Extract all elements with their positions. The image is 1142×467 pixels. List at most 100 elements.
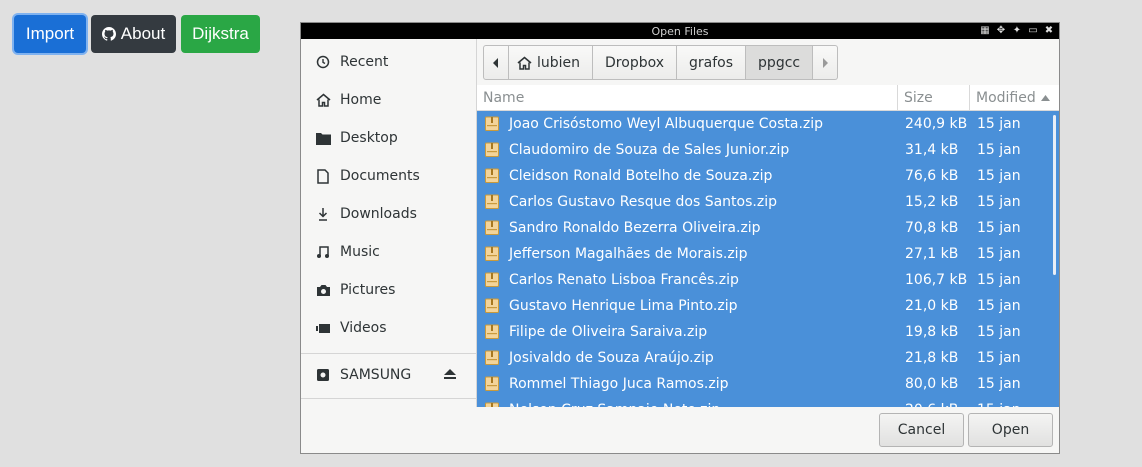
dijkstra-button-label: Dijkstra — [192, 24, 249, 43]
sidebar-divider — [301, 398, 477, 399]
close-icon[interactable]: ✖ — [1043, 25, 1055, 36]
table-row[interactable]: Cleidson Ronald Botelho de Souza.zip 76,6… — [477, 163, 1059, 189]
file-modified: 15 jan — [977, 298, 1021, 314]
sidebar-item-label: Recent — [340, 54, 389, 70]
import-button[interactable]: Import — [14, 15, 86, 53]
file-modified: 15 jan — [977, 272, 1021, 288]
sidebar-item-label: Desktop — [340, 130, 398, 146]
sort-ascending-icon — [1040, 95, 1050, 101]
sidebar-item-pictures[interactable]: Pictures — [301, 271, 477, 309]
table-row[interactable]: Filipe de Oliveira Saraiva.zip 19,8 kB 15 … — [477, 319, 1059, 345]
chevron-left-icon — [493, 57, 498, 68]
dijkstra-button[interactable]: Dijkstra — [181, 15, 260, 53]
video-icon — [315, 320, 331, 336]
sidebar-item-desktop[interactable]: Desktop — [301, 119, 477, 157]
archive-icon — [485, 376, 499, 391]
file-name: Filipe de Oliveira Saraiva.zip — [509, 324, 708, 340]
table-row[interactable]: Claudomiro de Souza de Sales Junior.zip 3… — [477, 137, 1059, 163]
path-forward-button[interactable] — [813, 45, 839, 80]
archive-icon — [485, 168, 499, 183]
menu-icon[interactable]: ▦ — [979, 25, 991, 36]
archive-icon — [485, 350, 499, 365]
cancel-button[interactable]: Cancel — [879, 413, 964, 447]
path-segment-grafos[interactable]: grafos — [677, 45, 747, 80]
sidebar-item-label: Home — [340, 92, 382, 108]
file-size: 76,6 kB — [905, 168, 959, 184]
archive-icon — [485, 116, 499, 131]
home-icon — [517, 55, 532, 70]
file-modified: 15 jan — [977, 116, 1021, 132]
clock-icon — [315, 54, 331, 70]
sidebar-item-samsung[interactable]: SAMSUNG — [301, 356, 477, 394]
move-icon[interactable]: ✥ — [995, 25, 1007, 36]
file-size: 19,8 kB — [905, 324, 959, 340]
file-name: Carlos Gustavo Resque dos Santos.zip — [509, 194, 777, 210]
column-name[interactable]: Name — [477, 85, 897, 111]
file-name: Claudomiro de Souza de Sales Junior.zip — [509, 142, 790, 158]
file-size: 21,8 kB — [905, 350, 959, 366]
table-row[interactable]: Carlos Renato Lisboa Francês.zip 106,7 kB… — [477, 267, 1059, 293]
sidebar-item-label: SAMSUNG — [340, 367, 412, 383]
sidebar-item-music[interactable]: Music — [301, 233, 477, 271]
home-icon — [315, 92, 331, 108]
file-modified: 15 jan — [977, 376, 1021, 392]
column-name-label: Name — [483, 90, 525, 106]
chevron-right-icon — [823, 57, 829, 68]
pin-icon[interactable]: ✦ — [1011, 25, 1023, 36]
table-row[interactable]: Joao Crisóstomo Weyl Albuquerque Costa.z… — [477, 111, 1059, 137]
archive-icon — [485, 220, 499, 235]
list-header: Name Size Modified — [477, 85, 1059, 111]
table-row[interactable]: Sandro Ronaldo Bezerra Oliveira.zip 70,8 … — [477, 215, 1059, 241]
file-modified: 15 jan — [977, 324, 1021, 340]
sidebar-item-recent[interactable]: Recent — [301, 43, 477, 81]
sidebar-item-label: Videos — [340, 320, 387, 336]
file-modified: 15 jan — [977, 168, 1021, 184]
file-modified: 15 jan — [977, 194, 1021, 210]
file-size: 106,7 kB — [905, 272, 968, 288]
file-modified: 15 jan — [977, 397, 1021, 407]
file-size: 21,0 kB — [905, 298, 959, 314]
sidebar-item-downloads[interactable]: Downloads — [301, 195, 477, 233]
path-segment-label: lubien — [537, 54, 581, 71]
eject-icon[interactable] — [443, 368, 457, 384]
list-scrollbar[interactable] — [1053, 115, 1056, 275]
column-modified[interactable]: Modified — [969, 85, 1059, 111]
open-files-dialog: Open Files ▦ ✥ ✦ ▭ ✖ Recent Home Desktop… — [300, 22, 1060, 454]
file-name: Cleidson Ronald Botelho de Souza.zip — [509, 168, 773, 184]
table-row[interactable]: Josivaldo de Souza Araújo.zip 21,8 kB 15 j… — [477, 345, 1059, 371]
file-size: 80,0 kB — [905, 376, 959, 392]
maximize-icon[interactable]: ▭ — [1027, 25, 1039, 36]
sidebar-item-home[interactable]: Home — [301, 81, 477, 119]
file-name: Gustavo Henrique Lima Pinto.zip — [509, 298, 738, 314]
about-button[interactable]: About — [91, 15, 176, 53]
table-row[interactable]: Carlos Gustavo Resque dos Santos.zip 15,2… — [477, 189, 1059, 215]
table-row[interactable]: Nelson Cruz Sampaio Neto.zip 20,6 kB 15 ja… — [477, 397, 1059, 407]
column-size-label: Size — [904, 90, 933, 106]
table-row[interactable]: Rommel Thiago Juca Ramos.zip 80,0 kB 15 ja… — [477, 371, 1059, 397]
file-list[interactable]: Name Size Modified Joao Crisóstomo Weyl … — [477, 85, 1059, 407]
table-row[interactable]: Gustavo Henrique Lima Pinto.zip 21,0 kB 15… — [477, 293, 1059, 319]
open-button[interactable]: Open — [968, 413, 1053, 447]
sidebar-item-documents[interactable]: Documents — [301, 157, 477, 195]
column-size[interactable]: Size — [897, 85, 969, 111]
path-segment-label: Dropbox — [605, 54, 665, 71]
archive-icon — [485, 402, 499, 407]
path-segment-ppgcc[interactable]: ppgcc — [746, 45, 814, 80]
path-back-button[interactable] — [483, 45, 509, 80]
archive-icon — [485, 272, 499, 287]
file-name: Nelson Cruz Sampaio Neto.zip — [509, 397, 720, 407]
drive-icon — [315, 367, 331, 383]
path-segment-dropbox[interactable]: Dropbox — [593, 45, 678, 80]
file-name: Jefferson Magalhães de Morais.zip — [509, 246, 748, 262]
path-segment-home[interactable]: lubien — [509, 45, 594, 80]
window-controls: ▦ ✥ ✦ ▭ ✖ — [979, 25, 1055, 36]
sidebar-item-label: Music — [340, 244, 380, 260]
import-button-label: Import — [25, 24, 75, 43]
dialog-titlebar: Open Files ▦ ✥ ✦ ▭ ✖ — [301, 23, 1059, 39]
download-icon — [315, 206, 331, 222]
sidebar-item-label: Documents — [340, 168, 420, 184]
archive-icon — [485, 142, 499, 157]
sidebar-item-videos[interactable]: Videos — [301, 309, 477, 347]
table-row[interactable]: Jefferson Magalhães de Morais.zip 27,1 kB… — [477, 241, 1059, 267]
document-icon — [315, 168, 331, 184]
